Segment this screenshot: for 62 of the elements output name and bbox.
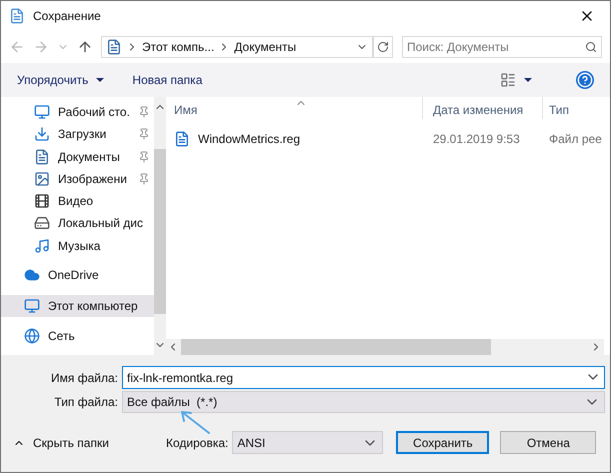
sidebar-item[interactable]: Этот компьютер xyxy=(1,294,154,317)
sidebar-item[interactable]: Локальный дис xyxy=(1,212,154,235)
up-button[interactable] xyxy=(77,39,93,55)
refresh-button[interactable] xyxy=(373,36,393,58)
registry-file-icon xyxy=(174,131,190,147)
address-bar[interactable]: Этот компь... Документы xyxy=(101,36,373,58)
search-field[interactable]: Поиск: Документы xyxy=(402,36,602,58)
refresh-icon xyxy=(377,41,389,53)
document-icon xyxy=(106,39,122,55)
dropdown-caret-icon xyxy=(524,78,532,82)
field-label: Имя файла: xyxy=(50,370,119,386)
sidebar-item[interactable]: Изображени xyxy=(1,168,154,190)
arrow-right-icon xyxy=(33,39,49,55)
window-title: Сохранение xyxy=(33,8,101,25)
encoding-dropdown[interactable]: ANSI xyxy=(232,431,384,454)
horizontal-scrollbar[interactable] xyxy=(165,339,604,355)
sidebar-item[interactable]: Рабочий сто. xyxy=(1,101,154,124)
organize-button[interactable]: Упорядочить xyxy=(17,71,104,89)
new-folder-button[interactable]: Новая папка xyxy=(132,71,202,89)
file-type-dropdown[interactable]: Все файлы (*.*) xyxy=(122,391,605,413)
column-header[interactable]: Имя xyxy=(165,97,423,119)
cloud-icon xyxy=(24,267,40,284)
scrollbar-thumb[interactable] xyxy=(154,149,166,314)
computer-icon xyxy=(24,298,40,314)
help-icon xyxy=(577,72,593,88)
document-icon xyxy=(34,148,50,165)
music-note-icon xyxy=(34,238,50,254)
cancel-button[interactable]: Отмена xyxy=(500,431,596,454)
file-name: WindowMetrics.reg xyxy=(198,131,300,148)
notepad-icon xyxy=(9,8,25,24)
annotation-arrow xyxy=(179,409,211,435)
view-options-button[interactable] xyxy=(500,72,532,88)
column-header[interactable]: Дата изменения xyxy=(423,97,543,119)
field-label: Тип файла: xyxy=(53,394,119,411)
sidebar-item[interactable]: Музыка xyxy=(1,234,154,257)
scrollbar-thumb[interactable] xyxy=(181,339,491,355)
file-date: 29.01.2019 9:53 xyxy=(432,131,521,148)
file-name-field[interactable]: fix-lnk-remontka.reg xyxy=(122,366,605,389)
search-icon xyxy=(585,41,597,53)
desktop-icon xyxy=(34,104,50,120)
vertical-scrollbar[interactable] xyxy=(154,97,166,355)
breadcrumb-item[interactable]: Документы xyxy=(234,38,296,56)
details-view-icon xyxy=(500,72,516,88)
breadcrumb-item[interactable]: Этот компь... xyxy=(142,38,214,56)
sidebar-item[interactable]: Загрузки xyxy=(1,123,154,146)
sidebar-item[interactable]: Видео xyxy=(1,190,154,212)
file-row[interactable]: WindowMetrics.reg 29.01.2019 9:53 Файл рее xyxy=(165,127,610,151)
sidebar-item[interactable]: Документы xyxy=(1,146,154,168)
image-icon xyxy=(34,170,50,187)
hide-folders-button[interactable]: Скрыть папки xyxy=(1,434,166,452)
file-type: Файл рее xyxy=(548,131,602,148)
save-button[interactable]: Сохранить xyxy=(396,431,490,454)
help-button[interactable] xyxy=(576,71,594,89)
network-icon xyxy=(24,328,40,344)
drive-icon xyxy=(34,215,50,232)
dropdown-caret-icon xyxy=(96,78,104,82)
sidebar-item[interactable]: Сеть xyxy=(1,324,154,348)
column-header[interactable]: Тип xyxy=(543,101,570,119)
film-icon xyxy=(34,193,50,210)
download-icon xyxy=(34,126,50,142)
field-label: Кодировка: xyxy=(166,434,230,452)
sidebar-item[interactable]: OneDrive xyxy=(1,264,154,287)
